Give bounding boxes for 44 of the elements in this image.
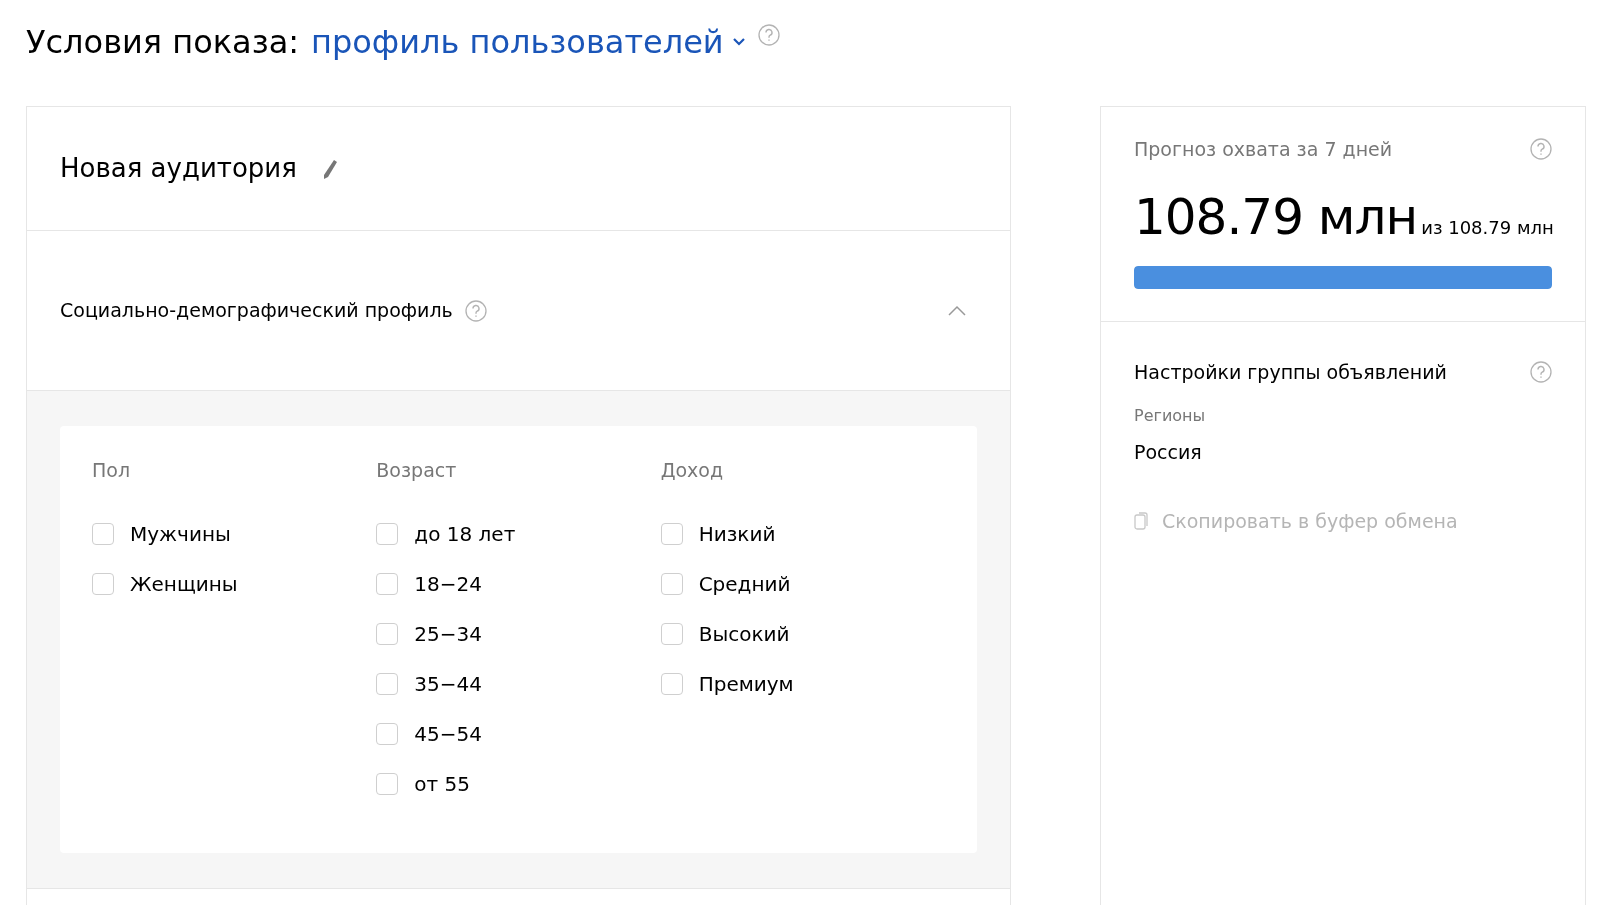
group-title: Возраст (376, 458, 457, 483)
forecast-title: Прогноз охвата за 7 дней (1134, 137, 1393, 162)
checkbox[interactable] (376, 572, 399, 595)
reach-value: 108.79 млн (1134, 186, 1418, 248)
page-title: Условия показа: (26, 22, 300, 63)
help-icon[interactable] (1530, 138, 1552, 161)
section-title: Социально-демографический профиль (60, 298, 453, 324)
checkbox-label[interactable]: до 18 лет (414, 518, 516, 549)
help-icon[interactable] (1530, 360, 1552, 383)
checkbox-label[interactable]: Мужчины (130, 518, 231, 549)
regions-value: Россия (1134, 440, 1203, 465)
regions-label: Регионы (1134, 405, 1207, 427)
checkbox[interactable] (376, 772, 399, 795)
reach-total: из 108.79 млн (1421, 215, 1554, 240)
checkbox[interactable] (92, 572, 114, 595)
checkbox-label[interactable]: 45−54 (414, 718, 482, 749)
help-icon[interactable] (464, 299, 487, 322)
group-title: Доход (660, 458, 724, 483)
checkbox[interactable] (660, 622, 683, 645)
checkbox-label[interactable]: 35−44 (414, 668, 482, 699)
checkbox[interactable] (92, 522, 114, 545)
checkbox[interactable] (660, 672, 683, 695)
copy-icon (1134, 510, 1150, 531)
settings-title: Настройки группы объявлений (1134, 359, 1447, 385)
checkbox-label[interactable]: Женщины (130, 568, 238, 599)
help-icon[interactable] (757, 24, 780, 46)
chevron-up-icon[interactable] (947, 304, 967, 317)
checkbox[interactable] (660, 522, 683, 545)
checkbox-label[interactable]: от 55 (414, 768, 471, 799)
group-title: Пол (92, 458, 131, 483)
audience-title: Новая аудитория (60, 152, 297, 185)
checkbox[interactable] (376, 722, 399, 745)
checkbox[interactable] (376, 622, 399, 645)
checkbox-label[interactable]: 25−34 (414, 618, 482, 649)
checkbox[interactable] (376, 672, 399, 695)
checkbox-label[interactable]: 18−24 (414, 568, 482, 599)
checkbox[interactable] (660, 572, 683, 595)
checkbox-label[interactable]: Низкий (698, 518, 776, 549)
profile-dropdown[interactable]: профиль пользователей (311, 20, 746, 64)
chevron-down-icon (731, 37, 746, 47)
checkbox[interactable] (376, 522, 399, 545)
checkbox-label[interactable]: Высокий (698, 618, 790, 649)
checkbox-label[interactable]: Премиум (698, 668, 794, 699)
checkbox-label[interactable]: Средний (698, 568, 791, 599)
